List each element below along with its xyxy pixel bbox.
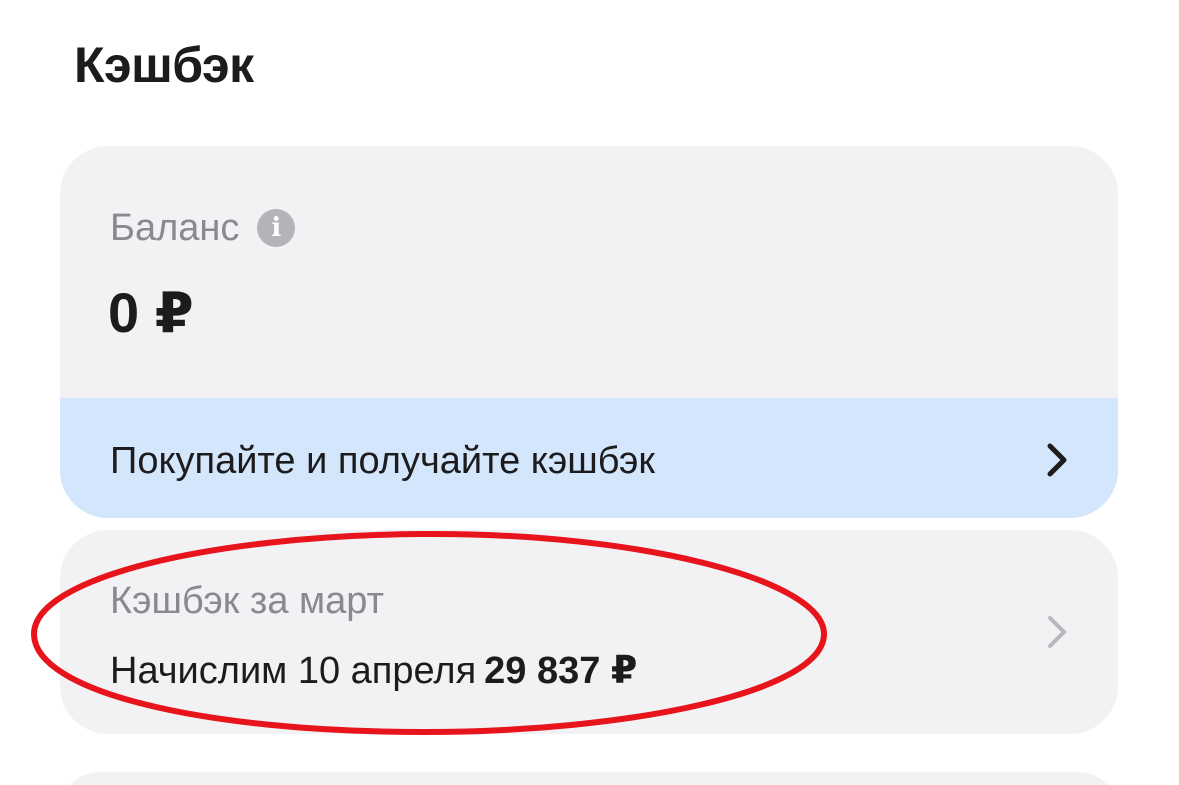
accrual-amount: 29 837 ₽ (484, 650, 638, 692)
next-card-edge (60, 772, 1118, 785)
balance-label: Баланс (110, 207, 240, 249)
accrual-date-text: Начислим 10 апреля (110, 650, 477, 692)
promo-text: Покупайте и получайте кэшбэк (110, 440, 656, 482)
chevron-right-icon (1048, 616, 1066, 648)
monthly-cashback-card[interactable]: Кэшбэк за март Начислим 10 апреля 29 837 … (60, 530, 1118, 734)
monthly-cashback-label: Кэшбэк за март (110, 580, 384, 622)
cashback-screen: Кэшбэк Баланс i 0 ₽ Покупайте и получайт… (0, 0, 1179, 785)
balance-label-row: Баланс i (110, 206, 296, 250)
monthly-accrual-line: Начислим 10 апреля 29 837 ₽ (110, 648, 637, 694)
chevron-right-icon (1047, 443, 1067, 477)
page-title: Кэшбэк (74, 37, 254, 93)
balance-amount: 0 ₽ (108, 281, 194, 344)
promo-cashback-link[interactable]: Покупайте и получайте кэшбэк (60, 398, 1118, 518)
info-icon[interactable]: i (257, 209, 296, 247)
balance-card: Баланс i 0 ₽ Покупайте и получайте кэшбэ… (60, 146, 1118, 518)
